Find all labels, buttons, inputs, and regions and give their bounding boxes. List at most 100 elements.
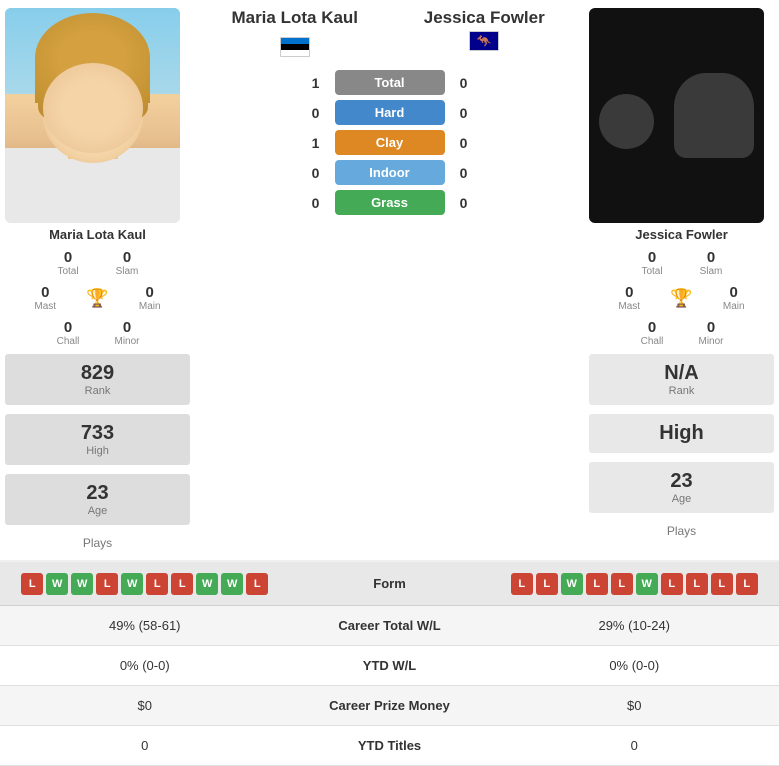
left-titles: 0 <box>0 728 290 763</box>
score-total-right: 0 <box>453 75 475 91</box>
right-total-lbl: Total <box>641 266 662 277</box>
right-high-val: High <box>594 422 769 445</box>
right-form-badges: LLWLLWLLLL <box>490 568 779 600</box>
form-badge-l: L <box>661 573 683 595</box>
sil-body <box>674 73 754 158</box>
left-rank-val: 829 <box>10 362 185 385</box>
right-chall-val: 0 <box>648 319 656 336</box>
form-badge-l: L <box>536 573 558 595</box>
left-chall-stat: 0 Chall <box>41 319 96 347</box>
score-row-total: 1 Total 0 <box>195 70 584 95</box>
form-badge-l: L <box>611 573 633 595</box>
sky-bg <box>5 8 180 94</box>
neck-bg <box>68 73 118 159</box>
right-rank-val: N/A <box>594 362 769 385</box>
center-spacer <box>190 351 589 555</box>
surface-grass-badge: Grass <box>335 190 445 215</box>
left-minor-val: 0 <box>123 319 131 336</box>
left-player-name: Maria Lota Kaul <box>5 223 190 245</box>
right-chall-stat: 0 Chall <box>625 319 680 347</box>
score-grass-right: 0 <box>453 195 475 211</box>
score-indoor-right: 0 <box>453 165 475 181</box>
form-badge-w: W <box>221 573 243 595</box>
left-minor-lbl: Minor <box>114 336 139 347</box>
left-plays-lbl: Plays <box>5 531 190 555</box>
right-total-stat: 0 Total <box>625 249 680 277</box>
form-badge-w: W <box>46 573 68 595</box>
info-panels-row: 829 Rank 733 High 23 Age Plays N/A Rank … <box>0 351 779 560</box>
right-form-list: LLWLLWLLLL <box>490 568 779 600</box>
surface-clay-badge: Clay <box>335 130 445 155</box>
right-total-val: 0 <box>648 249 656 266</box>
right-slam-val: 0 <box>707 249 715 266</box>
right-main-lbl: Main <box>723 301 745 312</box>
left-flag-ee <box>280 37 310 57</box>
face-shape <box>43 68 143 163</box>
smile-shape <box>73 120 113 135</box>
score-hard-right: 0 <box>453 105 475 121</box>
left-mast-lbl: Mast <box>34 301 56 312</box>
right-mast-stat: 0 Mast <box>602 284 657 312</box>
left-slam-val: 0 <box>123 249 131 266</box>
career-wl-label: Career Total W/L <box>290 608 490 643</box>
right-mast-lbl: Mast <box>618 301 640 312</box>
main-layout: Maria Lota Kaul 0 Total 0 Slam 0 Mast 🏆 <box>0 0 779 766</box>
left-main-lbl: Main <box>139 301 161 312</box>
form-badge-l: L <box>246 573 268 595</box>
right-trophy-row: 0 Mast 🏆 0 Main <box>589 281 774 315</box>
prize-row: $0 Career Prize Money $0 <box>0 686 779 726</box>
form-header: Form <box>373 576 406 591</box>
form-badge-l: L <box>96 573 118 595</box>
ytd-wl-label: YTD W/L <box>290 648 490 683</box>
form-badge-l: L <box>736 573 758 595</box>
form-label-center: Form <box>290 575 490 593</box>
right-ytd-wl: 0% (0-0) <box>490 648 779 683</box>
left-rank-panel: 829 Rank <box>5 354 190 405</box>
left-form-badges: LWWLWLLWWL <box>0 568 290 600</box>
left-total-lbl: Total <box>57 266 78 277</box>
form-badge-l: L <box>171 573 193 595</box>
right-minor-stat: 0 Minor <box>684 319 739 347</box>
right-info-panels: N/A Rank High 23 Age Plays <box>589 351 774 555</box>
left-form-list: LWWLWLLWWL <box>0 568 290 600</box>
left-total-val: 0 <box>64 249 72 266</box>
right-main-val: 0 <box>730 284 738 301</box>
surface-indoor-badge: Indoor <box>335 160 445 185</box>
left-trophy-row: 0 Mast 🏆 0 Main <box>5 281 190 315</box>
left-trophy-icon: 🏆 <box>86 288 108 309</box>
form-badge-l: L <box>21 573 43 595</box>
score-indoor-left: 0 <box>305 165 327 181</box>
score-hard-left: 0 <box>305 105 327 121</box>
left-mast-stat: 0 Mast <box>18 284 73 312</box>
left-prize: $0 <box>0 688 290 723</box>
surface-total-badge: Total <box>335 70 445 95</box>
right-stats-top: 0 Total 0 Slam <box>589 245 774 281</box>
sil-head <box>599 94 654 149</box>
left-minor-stat: 0 Minor <box>100 319 155 347</box>
left-player-column: Maria Lota Kaul 0 Total 0 Slam 0 Mast 🏆 <box>5 8 190 351</box>
ytd-wl-row: 0% (0-0) YTD W/L 0% (0-0) <box>0 646 779 686</box>
right-player-photo <box>589 8 764 223</box>
left-name-heading: Maria Lota Kaul <box>200 8 390 28</box>
form-badge-w: W <box>561 573 583 595</box>
names-flags-row: Maria Lota Kaul Jessica Fowler 🦘 <box>195 8 584 65</box>
left-high-panel: 733 High <box>5 414 190 465</box>
left-high-val: 733 <box>10 422 185 445</box>
score-row-clay: 1 Clay 0 <box>195 130 584 155</box>
form-badge-l: L <box>686 573 708 595</box>
left-high-lbl: High <box>10 445 185 457</box>
left-slam-lbl: Slam <box>116 266 139 277</box>
right-player-column: Jessica Fowler 0 Total 0 Slam 0 Mast 🏆 <box>589 8 774 351</box>
left-career-wl: 49% (58-61) <box>0 608 290 643</box>
score-grass-left: 0 <box>305 195 327 211</box>
hair-shape <box>38 47 148 122</box>
right-age-val: 23 <box>594 470 769 493</box>
form-badge-w: W <box>121 573 143 595</box>
right-stats-bottom: 0 Chall 0 Minor <box>589 315 774 351</box>
right-career-wl: 29% (10-24) <box>490 608 779 643</box>
right-minor-lbl: Minor <box>698 336 723 347</box>
left-chall-lbl: Chall <box>57 336 80 347</box>
score-row-indoor: 0 Indoor 0 <box>195 160 584 185</box>
left-slam-stat: 0 Slam <box>100 249 155 277</box>
center-column: Maria Lota Kaul Jessica Fowler 🦘 <box>190 8 589 351</box>
